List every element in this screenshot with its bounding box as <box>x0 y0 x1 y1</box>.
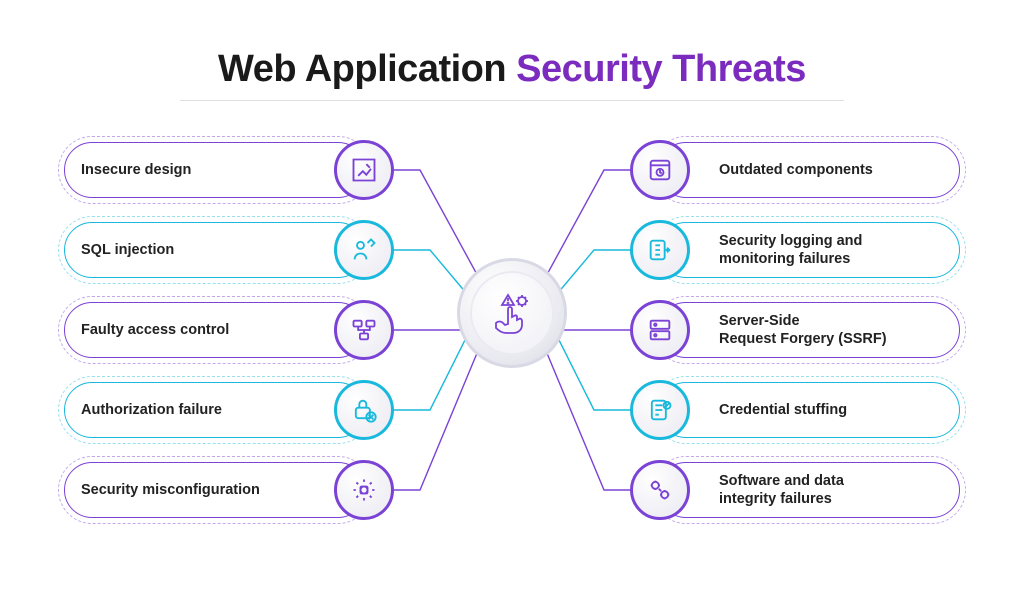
threat-label: Security logging andmonitoring failures <box>719 232 862 268</box>
threat-credential-stuffing: Credential stuffing <box>658 382 960 438</box>
lock-denied-icon <box>334 380 394 440</box>
threat-label: Faulty access control <box>81 321 229 339</box>
credential-icon <box>630 380 690 440</box>
page-title: Web Application Security Threats <box>0 48 1024 91</box>
threat-faulty-access-control: Faulty access control <box>64 302 366 358</box>
threat-label: Insecure design <box>81 161 191 179</box>
design-icon <box>334 140 394 200</box>
threat-label: Credential stuffing <box>719 401 847 419</box>
threat-label: SQL injection <box>81 241 174 259</box>
threat-security-misconfiguration: Security misconfiguration <box>64 462 366 518</box>
threat-label: Server-SideRequest Forgery (SSRF) <box>719 312 887 348</box>
threat-label: Software and dataintegrity failures <box>719 472 844 508</box>
sql-injection-icon <box>334 220 394 280</box>
threat-label: Outdated components <box>719 161 873 179</box>
title-underline <box>180 100 844 101</box>
title-part1: Web Application <box>218 48 516 90</box>
logging-icon <box>630 220 690 280</box>
access-control-icon <box>334 300 394 360</box>
threat-label: Authorization failure <box>81 401 222 419</box>
integrity-icon <box>630 460 690 520</box>
threat-label: Security misconfiguration <box>81 481 260 499</box>
threat-logging-failures: Security logging andmonitoring failures <box>658 222 960 278</box>
threat-outdated-components: Outdated components <box>658 142 960 198</box>
threat-ssrf: Server-SideRequest Forgery (SSRF) <box>658 302 960 358</box>
server-icon <box>630 300 690 360</box>
threat-sql-injection: SQL injection <box>64 222 366 278</box>
threat-authorization-failure: Authorization failure <box>64 382 366 438</box>
misconfig-icon <box>334 460 394 520</box>
title-accent: Security Threats <box>516 48 806 90</box>
hub-circle <box>457 258 567 368</box>
threat-insecure-design: Insecure design <box>64 142 366 198</box>
hand-warning-gear-icon <box>488 289 536 337</box>
outdated-icon <box>630 140 690 200</box>
threat-integrity-failures: Software and dataintegrity failures <box>658 462 960 518</box>
